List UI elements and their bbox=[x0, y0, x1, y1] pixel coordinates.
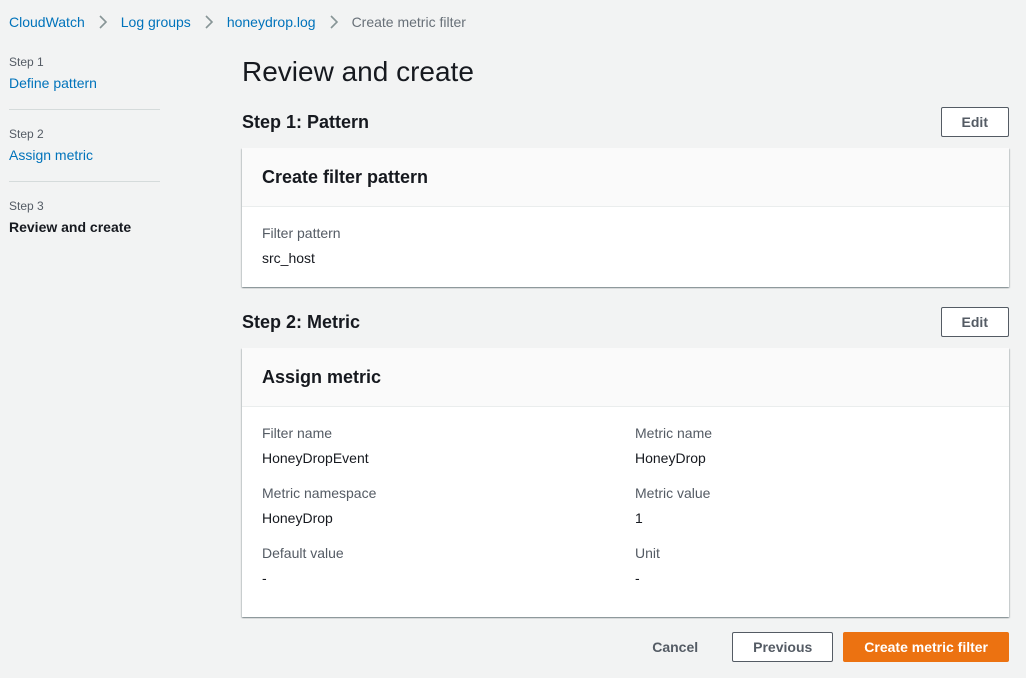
step-number: Step 2 bbox=[9, 127, 44, 141]
filter-name-field: Filter name HoneyDropEvent bbox=[262, 424, 635, 467]
cancel-button[interactable]: Cancel bbox=[632, 632, 718, 662]
assign-metric-card: Assign metric Filter name HoneyDropEvent… bbox=[242, 348, 1009, 617]
breadcrumb-log-groups[interactable]: Log groups bbox=[121, 14, 191, 30]
field-value: 1 bbox=[635, 510, 643, 526]
field-label: Metric value bbox=[635, 485, 711, 501]
wizard-footer: Cancel Previous Create metric filter bbox=[632, 632, 1009, 662]
metric-namespace-field: Metric namespace HoneyDrop bbox=[262, 484, 635, 527]
field-value: HoneyDropEvent bbox=[262, 450, 369, 466]
unit-field: Unit - bbox=[635, 544, 988, 587]
wizard-steps: Step 1 Define pattern Step 2 Assign metr… bbox=[9, 54, 160, 269]
field-value: src_host bbox=[262, 250, 315, 266]
breadcrumb-current: Create metric filter bbox=[351, 14, 466, 30]
step-review-create-current: Review and create bbox=[9, 219, 132, 235]
wizard-step-3: Step 3 Review and create bbox=[9, 198, 160, 253]
wizard-step-1: Step 1 Define pattern bbox=[9, 54, 160, 110]
card-body: Filter pattern src_host bbox=[242, 207, 1009, 267]
breadcrumb: CloudWatch Log groups honeydrop.log Crea… bbox=[9, 13, 466, 31]
section-pattern-header: Step 1: Pattern Edit bbox=[242, 106, 1009, 138]
default-value-field: Default value - bbox=[262, 544, 635, 587]
breadcrumb-log-group[interactable]: honeydrop.log bbox=[227, 14, 316, 30]
filter-pattern-field: Filter pattern src_host bbox=[262, 224, 989, 267]
card-title: Assign metric bbox=[262, 366, 382, 387]
field-value: HoneyDrop bbox=[262, 510, 333, 526]
field-label: Unit bbox=[635, 545, 660, 561]
edit-pattern-button[interactable]: Edit bbox=[940, 107, 1009, 137]
breadcrumb-cloudwatch[interactable]: CloudWatch bbox=[9, 14, 85, 30]
field-label: Metric name bbox=[635, 425, 713, 441]
step-number: Step 3 bbox=[9, 199, 44, 213]
page-title: Review and create bbox=[242, 56, 474, 87]
previous-button[interactable]: Previous bbox=[732, 632, 834, 662]
metric-value-field: Metric value 1 bbox=[635, 484, 988, 527]
field-value: HoneyDrop bbox=[635, 450, 706, 466]
step-assign-metric-link[interactable]: Assign metric bbox=[9, 145, 160, 165]
field-value: - bbox=[262, 570, 267, 586]
field-label: Filter name bbox=[262, 425, 333, 441]
field-label: Metric namespace bbox=[262, 485, 377, 501]
edit-metric-button[interactable]: Edit bbox=[940, 307, 1009, 337]
chevron-right-icon bbox=[191, 15, 227, 29]
card-title: Create filter pattern bbox=[262, 166, 429, 187]
field-label: Default value bbox=[262, 545, 344, 561]
section-title: Step 1: Pattern bbox=[242, 111, 370, 132]
field-value: - bbox=[635, 570, 640, 586]
step-define-pattern-link[interactable]: Define pattern bbox=[9, 73, 160, 93]
metric-name-field: Metric name HoneyDrop bbox=[635, 424, 988, 467]
card-header: Create filter pattern bbox=[242, 148, 1009, 207]
filter-pattern-card: Create filter pattern Filter pattern src… bbox=[242, 148, 1009, 287]
card-header: Assign metric bbox=[242, 348, 1009, 407]
section-metric-header: Step 2: Metric Edit bbox=[242, 306, 1009, 338]
step-number: Step 1 bbox=[9, 55, 44, 69]
card-body: Filter name HoneyDropEvent Metric name H… bbox=[242, 407, 1009, 604]
field-label: Filter pattern bbox=[262, 225, 341, 241]
create-metric-filter-button[interactable]: Create metric filter bbox=[843, 632, 1009, 662]
chevron-right-icon bbox=[85, 15, 121, 29]
section-title: Step 2: Metric bbox=[242, 311, 361, 332]
chevron-right-icon bbox=[316, 15, 352, 29]
wizard-step-2: Step 2 Assign metric bbox=[9, 126, 160, 182]
